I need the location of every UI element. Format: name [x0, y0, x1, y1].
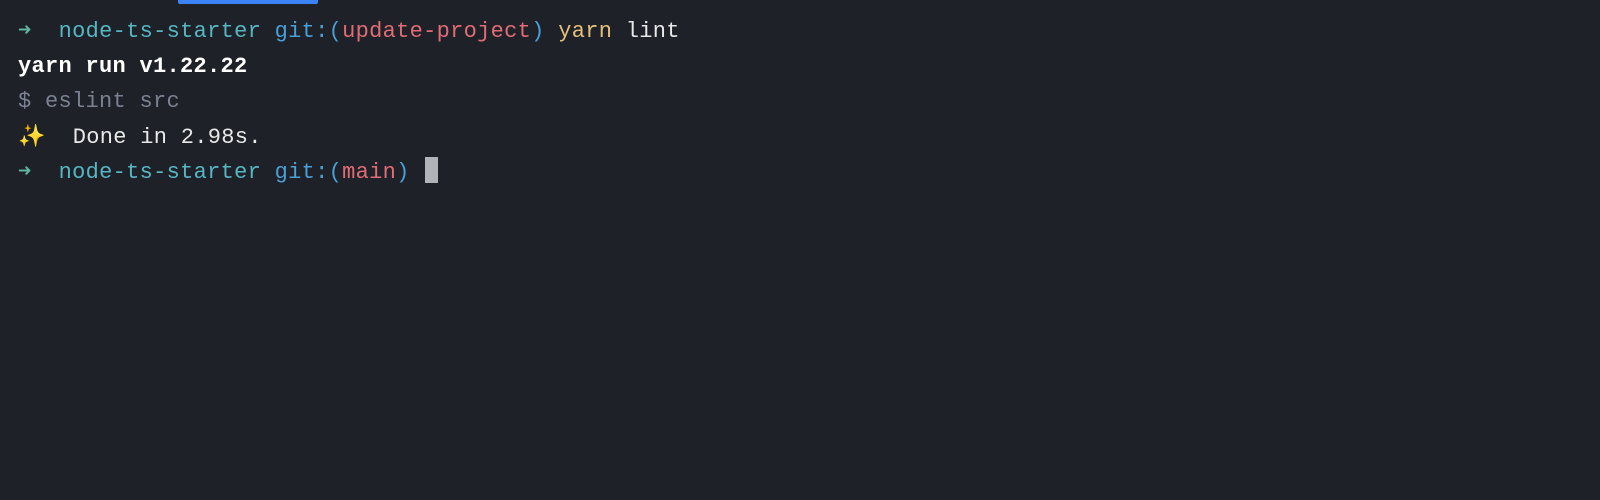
done-message: Done in 2.98s.	[73, 125, 262, 150]
git-branch: main	[342, 160, 396, 185]
cursor-block[interactable]	[425, 157, 438, 183]
prompt-arrow-icon: ➜	[18, 160, 32, 185]
command-arg: lint	[626, 19, 680, 44]
git-label-open: git:(	[275, 160, 343, 185]
git-branch: update-project	[342, 19, 531, 44]
terminal-content[interactable]: ➜ node-ts-starter git:(update-project) y…	[18, 14, 1582, 190]
git-label-close: )	[531, 19, 545, 44]
prompt-arrow-icon: ➜	[18, 19, 32, 44]
prompt-directory: node-ts-starter	[59, 19, 262, 44]
prompt-line-1: ➜ node-ts-starter git:(update-project) y…	[18, 14, 1582, 49]
done-line: ✨ Done in 2.98s.	[18, 120, 1582, 155]
command-yarn: yarn	[558, 19, 612, 44]
shell-prefix: $	[18, 89, 32, 114]
tab-active-indicator	[178, 0, 318, 4]
shell-command-line: $ eslint src	[18, 84, 1582, 119]
prompt-line-2: ➜ node-ts-starter git:(main)	[18, 155, 1582, 190]
git-label-open: git:(	[275, 19, 343, 44]
yarn-run-version: yarn run v1.22.22	[18, 49, 1582, 84]
prompt-directory: node-ts-starter	[59, 160, 262, 185]
git-label-close: )	[396, 160, 410, 185]
sparkle-icon: ✨	[18, 120, 46, 155]
shell-command: eslint src	[45, 89, 180, 114]
